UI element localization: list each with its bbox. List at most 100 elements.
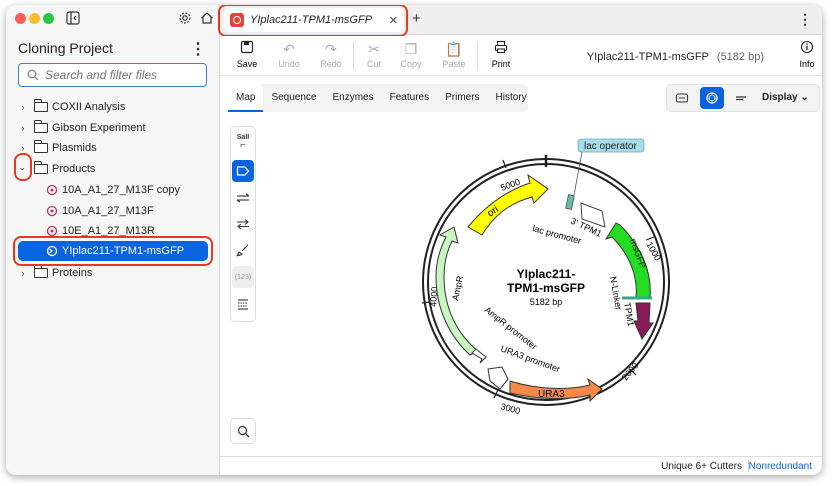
feature-label: AmpR promoter (483, 305, 539, 352)
toggle-sidebar-icon[interactable] (66, 11, 80, 25)
tree-folder-proteins[interactable]: › Proteins (18, 263, 92, 283)
text-tool[interactable] (232, 293, 254, 315)
sequence-file-icon (46, 184, 58, 196)
redo-icon: ↷ (325, 41, 337, 57)
zoom-button[interactable] (230, 418, 256, 444)
print-button[interactable]: Print (482, 39, 520, 69)
minimize-window-button[interactable] (29, 13, 40, 24)
folder-icon (34, 161, 48, 174)
info-button[interactable]: Info (788, 39, 822, 69)
highlight-chevron (14, 153, 32, 181)
tree-label: Proteins (52, 267, 93, 279)
paste-button[interactable]: 📋 Paste (435, 39, 473, 69)
folder-icon (34, 99, 48, 112)
tab-primers[interactable]: Primers (437, 84, 487, 112)
feature-label: lac operator (584, 141, 637, 152)
view-controls: Display ⌄ (666, 84, 820, 112)
home-icon[interactable] (200, 11, 214, 25)
linear-view-button[interactable] (670, 87, 694, 109)
copy-button[interactable]: ❐ Copy (392, 39, 430, 69)
enzyme-tool[interactable]: SalI ⌐ (232, 131, 254, 153)
feature-lac-operator[interactable] (565, 194, 575, 210)
feature-arrow-icon (236, 166, 250, 176)
map-length: 5182 bp (530, 297, 563, 307)
copy-icon: ❐ (404, 41, 418, 57)
primer-tool[interactable] (232, 187, 254, 209)
highlight-tab (218, 5, 408, 37)
cut-label: Cut (366, 59, 381, 69)
label-leader (573, 151, 583, 196)
chevron-down-icon: ⌄ (800, 92, 809, 103)
numbering-tool[interactable]: (123) (232, 266, 254, 288)
feature-label: AmpR (450, 274, 465, 301)
tree-label: 10A_A1_27_M13F (62, 205, 154, 217)
color-tool[interactable] (232, 239, 254, 261)
display-label: Display (762, 92, 798, 103)
feature-label: N-Linker (608, 276, 624, 311)
toolbar-divider (477, 42, 478, 70)
search-input[interactable] (45, 68, 195, 82)
chevron-right-icon[interactable]: › (18, 123, 28, 133)
redo-label: Redo (320, 59, 342, 69)
nonredundant-link[interactable]: Nonredundant (749, 461, 812, 472)
feature-tpm1[interactable] (633, 302, 654, 341)
orf-tool[interactable] (232, 213, 254, 235)
chevron-right-icon[interactable]: › (18, 268, 28, 278)
feature-ampr-promoter[interactable] (471, 348, 487, 364)
chevron-right-icon[interactable]: › (18, 143, 28, 153)
map-name-line2: TPM1-msGFP (507, 281, 585, 295)
paintbrush-icon (236, 244, 249, 257)
circular-view-button[interactable] (700, 87, 724, 109)
tree-label: Products (52, 163, 96, 175)
tree-folder-coxii[interactable]: › COXII Analysis (18, 97, 125, 117)
tick-label: 1000 (644, 240, 663, 262)
save-button[interactable]: Save (228, 39, 266, 69)
info-icon (800, 40, 814, 54)
undo-icon: ↶ (283, 41, 295, 57)
map-name-line1: YIplac211- (517, 267, 576, 281)
tab-map[interactable]: Map (228, 84, 264, 112)
feature-label: URA3 (538, 389, 565, 400)
cut-button[interactable]: ✂ Cut (355, 39, 393, 69)
tree-label: Gibson Experiment (52, 122, 146, 134)
more-options-icon[interactable]: ⋮ (190, 39, 206, 59)
save-label: Save (236, 59, 258, 69)
tab-sequence[interactable]: Sequence (263, 84, 324, 112)
tree-label: COXII Analysis (52, 101, 126, 113)
tree-file-10a[interactable]: 10A_A1_27_M13F (46, 201, 154, 221)
cutters-status[interactable]: Unique 6+ Cutters (661, 461, 742, 472)
save-icon (240, 40, 254, 54)
folder-icon (34, 140, 48, 153)
folder-icon (34, 120, 48, 133)
project-title: Cloning Project (18, 40, 113, 56)
redo-button[interactable]: ↷ Redo (312, 39, 350, 69)
undo-button[interactable]: ↶ Undo (270, 39, 308, 69)
close-window-button[interactable] (15, 13, 26, 24)
tab-history[interactable]: History (488, 84, 535, 112)
gear-icon[interactable] (178, 11, 192, 25)
tab-enzymes[interactable]: Enzymes (325, 84, 382, 112)
tree-label: 10A_A1_27_M13F copy (62, 184, 181, 196)
highlight-selected-file (13, 236, 213, 266)
app-window: Cloning Project ⋮ › COXII Analysis › Gibso… (6, 5, 822, 475)
status-bar: Unique 6+ Cutters Nonredundant (220, 456, 822, 475)
new-tab-button[interactable]: + (412, 10, 421, 27)
lines-icon (238, 299, 248, 310)
tree-file-10a-copy[interactable]: 10A_A1_27_M13F copy (46, 180, 180, 200)
display-menu[interactable]: Display ⌄ (762, 92, 809, 103)
sequence-file-icon (46, 205, 58, 217)
direction-arrows-icon (237, 219, 249, 230)
doc-name-text: YIplac211-TPM1-msGFP (586, 51, 709, 63)
plasmid-map[interactable]: 1000 2000 3000 4000 5000 lac operator 3'… (406, 127, 676, 417)
tree-folder-gibson[interactable]: › Gibson Experiment (18, 118, 146, 138)
chevron-right-icon[interactable]: › (18, 102, 28, 112)
more-options-icon[interactable]: ⋮ (798, 11, 812, 28)
folder-icon (34, 265, 48, 278)
sequence-view-button[interactable] (729, 87, 753, 109)
circular-map-icon (706, 92, 718, 104)
feature-tool[interactable] (232, 160, 254, 182)
search-field[interactable] (18, 63, 207, 87)
paste-icon: 📋 (445, 41, 463, 57)
tab-features[interactable]: Features (382, 84, 437, 112)
maximize-window-button[interactable] (43, 13, 54, 24)
